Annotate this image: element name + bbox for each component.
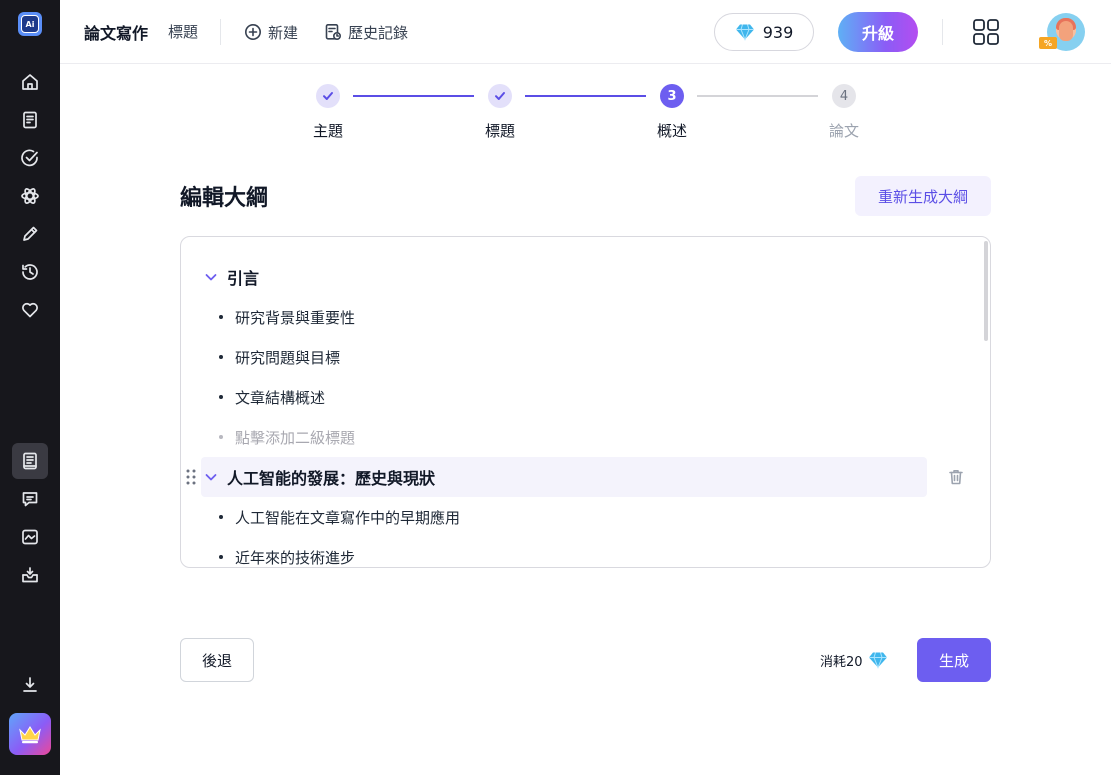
step-3-number: 3 bbox=[660, 84, 684, 108]
generate-button[interactable]: 生成 bbox=[917, 638, 991, 682]
step-label-topic: 主題 bbox=[312, 122, 343, 140]
app-title: 論文寫作 bbox=[84, 24, 149, 43]
outline-item[interactable]: 研究問題與目標 bbox=[219, 337, 340, 377]
left-sidebar: Ai bbox=[0, 0, 60, 775]
bullet bbox=[219, 355, 223, 359]
atom-icon[interactable] bbox=[17, 183, 43, 209]
scrollbar[interactable] bbox=[984, 241, 988, 341]
image-icon[interactable] bbox=[17, 524, 43, 550]
header-divider bbox=[942, 19, 943, 45]
inbox-icon[interactable] bbox=[17, 562, 43, 588]
history-button[interactable]: 歷史記錄 bbox=[324, 19, 408, 45]
page-title: 編輯大綱 bbox=[180, 186, 269, 211]
item-text: 近年來的技術進步 bbox=[235, 548, 356, 567]
check-icon bbox=[495, 92, 505, 100]
step-label-outline: 概述 bbox=[656, 122, 687, 140]
history-doc-icon bbox=[325, 23, 342, 41]
header-divider bbox=[220, 19, 221, 45]
check-icon bbox=[323, 92, 333, 100]
download-icon[interactable] bbox=[17, 672, 43, 698]
outline-item[interactable]: 人工智能在文章寫作中的早期應用 bbox=[219, 497, 460, 537]
upgrade-button[interactable]: 升級 bbox=[838, 12, 918, 52]
item-text: 人工智能在文章寫作中的早期應用 bbox=[235, 508, 461, 527]
discount-badge: % bbox=[1039, 37, 1057, 49]
step-label-paper: 論文 bbox=[828, 122, 859, 140]
check-circle-icon[interactable] bbox=[17, 145, 43, 171]
outline-section-heading[interactable]: 引言 bbox=[201, 257, 259, 297]
regenerate-outline-button[interactable]: 重新生成大綱 bbox=[855, 176, 991, 216]
pencil-icon[interactable] bbox=[17, 221, 43, 247]
step-label-title: 標題 bbox=[484, 122, 515, 140]
document-icon[interactable] bbox=[17, 107, 43, 133]
plus-circle-icon bbox=[245, 24, 261, 40]
logo-text: Ai bbox=[21, 15, 39, 33]
chevron-down-icon[interactable] bbox=[203, 469, 219, 485]
section-title: 人工智能的發展：歷史與現狀 bbox=[227, 469, 436, 488]
outline-item[interactable]: 近年來的技術進步 bbox=[219, 537, 356, 567]
placeholder-text: 點擊添加二級標題 bbox=[235, 428, 356, 447]
step-4-number: 4 bbox=[832, 84, 856, 108]
new-button[interactable]: 新建 bbox=[244, 19, 298, 45]
new-label: 新建 bbox=[268, 23, 299, 42]
item-text: 研究背景與重要性 bbox=[235, 308, 356, 327]
top-header: 論文寫作 標題 新建 歷史記錄 939 升級 % bbox=[60, 0, 1111, 64]
trash-icon[interactable] bbox=[947, 468, 965, 486]
chevron-down-icon[interactable] bbox=[203, 269, 219, 285]
outline-item[interactable]: 文章結構概述 bbox=[219, 377, 325, 417]
cost-label: 消耗20 bbox=[820, 654, 863, 670]
diamond-icon bbox=[735, 24, 754, 41]
bullet bbox=[219, 395, 223, 399]
avatar-face bbox=[1059, 21, 1073, 41]
apps-grid-icon[interactable] bbox=[971, 17, 1001, 47]
step-connector bbox=[353, 95, 474, 97]
drag-handle-icon[interactable] bbox=[185, 468, 197, 486]
diamond-icon bbox=[868, 652, 887, 669]
bullet bbox=[219, 555, 223, 559]
gem-count: 939 bbox=[762, 22, 794, 42]
outline-item[interactable]: 研究背景與重要性 bbox=[219, 297, 355, 337]
outline-editor: 引言 研究背景與重要性 研究問題與目標 文章結構概述 點擊添加二級標題 人工智能… bbox=[180, 236, 991, 568]
item-text: 文章結構概述 bbox=[235, 388, 326, 407]
paper-icon[interactable] bbox=[12, 443, 48, 479]
section-title: 引言 bbox=[227, 269, 260, 288]
crown-icon[interactable] bbox=[9, 713, 51, 755]
history-icon[interactable] bbox=[17, 259, 43, 285]
home-icon[interactable] bbox=[17, 69, 43, 95]
heart-icon[interactable] bbox=[17, 297, 43, 323]
history-label: 歷史記錄 bbox=[348, 23, 409, 42]
step-connector bbox=[697, 95, 818, 97]
gem-balance[interactable]: 939 bbox=[714, 13, 814, 51]
outline-section-heading[interactable]: 人工智能的發展：歷史與現狀 bbox=[201, 457, 927, 497]
step-connector bbox=[525, 95, 646, 97]
avatar[interactable]: % bbox=[1039, 13, 1085, 51]
bullet bbox=[219, 315, 223, 319]
step-2-check bbox=[488, 84, 512, 108]
item-text: 研究問題與目標 bbox=[235, 348, 341, 367]
back-button[interactable]: 後退 bbox=[180, 638, 254, 682]
add-subheading-placeholder[interactable]: 點擊添加二級標題 bbox=[219, 417, 355, 457]
step-1-check bbox=[316, 84, 340, 108]
breadcrumb-title[interactable]: 標題 bbox=[168, 21, 198, 42]
bullet bbox=[219, 435, 223, 439]
chat-icon[interactable] bbox=[17, 486, 43, 512]
cost-indicator: 消耗20 bbox=[820, 650, 888, 670]
bullet bbox=[219, 515, 223, 519]
app-logo[interactable]: Ai bbox=[18, 12, 42, 36]
